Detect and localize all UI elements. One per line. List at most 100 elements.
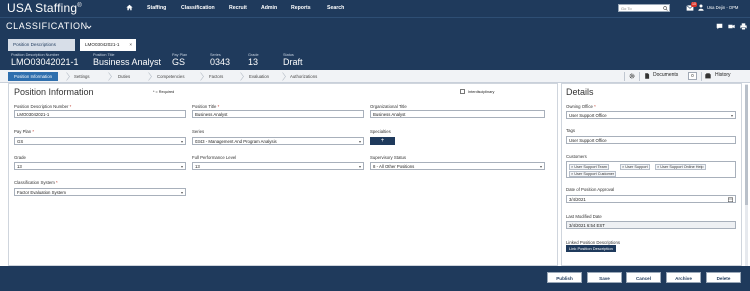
customer-chip[interactable]: × User Support: [620, 164, 650, 170]
user-name[interactable]: Usa Dejin - OPM: [707, 5, 738, 10]
tab-position-descriptions[interactable]: Position Descriptions: [8, 39, 75, 51]
publish-button[interactable]: Publish: [547, 272, 582, 283]
select-value: 0343 - Management And Program Analysis: [195, 139, 277, 144]
link-position-description-button[interactable]: Link Position Description: [566, 245, 616, 252]
record-field-value: 13: [248, 57, 259, 67]
goto-input[interactable]: Go To: [618, 4, 670, 12]
pd-number-label: Position Description Number *: [14, 104, 71, 109]
classification-system-select[interactable]: Factor Evaluation System ▾: [14, 188, 186, 196]
tags-input[interactable]: User Support Office: [566, 136, 736, 144]
position-title-input[interactable]: Business Analyst: [192, 110, 364, 118]
divider: [624, 72, 625, 81]
gear-icon[interactable]: [629, 73, 635, 79]
delete-button[interactable]: Delete: [706, 272, 741, 283]
owning-office-select[interactable]: User Support Office ▾: [566, 111, 736, 119]
pay-plan-label: Pay Plan *: [14, 129, 34, 134]
save-button[interactable]: Save: [587, 272, 622, 283]
last-modified-label: Last Modified Date: [566, 214, 602, 219]
customer-chip[interactable]: × User Support Customer: [569, 171, 617, 177]
user-icon[interactable]: [698, 4, 704, 11]
section-title: Position Information: [14, 87, 94, 97]
step-competencies[interactable]: Competencies: [157, 72, 184, 81]
grade-label: Grade: [14, 155, 26, 160]
add-specialty-button[interactable]: +: [370, 137, 395, 145]
home-icon[interactable]: [126, 4, 133, 11]
step-evaluation[interactable]: Evaluation: [249, 72, 269, 81]
select-value: GS: [17, 139, 24, 144]
approval-date-label: Date of Position Approval: [566, 187, 614, 192]
app-logo[interactable]: USA Staffing®: [7, 1, 82, 15]
tab-label: Position Descriptions: [13, 42, 56, 47]
supervisory-select[interactable]: 8 - All Other Positions ▾: [370, 162, 545, 170]
chip-label: User Support Customer: [574, 172, 615, 176]
print-icon[interactable]: [740, 23, 747, 30]
history-label[interactable]: History: [715, 72, 731, 81]
step-authorizations[interactable]: Authorizations: [290, 72, 317, 81]
documents-count: 0: [688, 72, 697, 80]
customer-chip[interactable]: × User Support Team: [569, 164, 609, 170]
interdisciplinary-checkbox[interactable]: [460, 89, 465, 94]
field-label-text: Position Title: [192, 104, 217, 109]
field-label-text: Owning Office: [566, 104, 593, 109]
record-field-pay-plan: Pay Plan GS: [172, 53, 187, 67]
nav-item-search[interactable]: Search: [327, 5, 344, 11]
step-position-information[interactable]: Position Information: [8, 72, 58, 81]
field-label-text: Pay Plan: [14, 129, 32, 134]
calendar-icon[interactable]: [728, 197, 733, 202]
logo-text: USA Staffing: [7, 1, 78, 15]
step-factors[interactable]: Factors: [209, 72, 223, 81]
documents-label[interactable]: Documents: [653, 72, 678, 81]
logo-mark: ®: [77, 3, 82, 9]
step-settings[interactable]: Settings: [74, 72, 90, 81]
document-icon[interactable]: [644, 73, 650, 79]
nav-item-classification[interactable]: Classification: [181, 5, 215, 11]
select-value: 13: [17, 164, 22, 169]
close-icon[interactable]: ×: [129, 42, 132, 47]
record-field-pd-number: Position Description Number LMO03042021-…: [11, 53, 79, 67]
record-field-value: Business Analyst: [93, 57, 162, 67]
field-label-text: Tags: [566, 128, 576, 133]
input-value: 3/4/2021: [569, 197, 586, 202]
record-field-value: 0343: [210, 57, 231, 67]
field-label-text: Supervisory Status: [370, 155, 407, 160]
search-icon[interactable]: [663, 6, 668, 11]
nav-item-staffing[interactable]: Staffing: [147, 5, 166, 11]
customers-input[interactable]: × User Support Team × User Support × Use…: [566, 161, 736, 178]
video-icon[interactable]: [728, 23, 735, 30]
full-performance-select[interactable]: 13 ▾: [192, 162, 364, 170]
record-field-value: GS: [172, 57, 186, 67]
cancel-button[interactable]: Cancel: [626, 272, 661, 283]
field-label-text: Date of Position Approval: [566, 187, 615, 192]
divider: [639, 72, 640, 81]
chat-icon[interactable]: [716, 23, 723, 30]
required-star: *: [56, 180, 58, 185]
archive-button[interactable]: Archive: [666, 272, 701, 283]
tab-current-record[interactable]: LMO03042021-1 ×: [80, 39, 136, 51]
history-icon[interactable]: [705, 73, 711, 79]
required-note: * = Required: [153, 90, 175, 94]
pd-number-input[interactable]: LMO03042021-1: [14, 110, 186, 118]
chevron-right-icon: [200, 72, 204, 81]
series-select[interactable]: 0343 - Management And Program Analysis ▾: [192, 137, 364, 145]
approval-date-input[interactable]: 3/4/2021: [566, 195, 736, 203]
customer-chip[interactable]: × User Support Online Help: [655, 164, 706, 170]
required-star: *: [32, 129, 35, 134]
caret-down-icon: ▾: [358, 139, 361, 144]
module-title[interactable]: CLASSIFICATION: [6, 21, 88, 31]
grade-select[interactable]: 13 ▾: [14, 162, 186, 170]
select-value: User Support Office: [569, 113, 607, 118]
select-value: Factor Evaluation System: [17, 190, 66, 195]
nav-item-recruit[interactable]: Recruit: [229, 5, 247, 11]
scrollbar-thumb[interactable]: [745, 85, 748, 205]
org-title-input[interactable]: Business Analyst: [370, 110, 545, 118]
full-performance-label: Full Performance Level: [192, 155, 236, 160]
step-duties[interactable]: Duties: [118, 72, 130, 81]
record-field-status: Status Draft: [283, 53, 303, 67]
chevron-down-icon[interactable]: [86, 24, 92, 30]
nav-item-admin[interactable]: Admin: [261, 5, 277, 11]
nav-item-reports[interactable]: Reports: [291, 5, 311, 11]
select-value: 8 - All Other Positions: [373, 164, 415, 169]
pay-plan-select[interactable]: GS ▾: [14, 137, 186, 145]
required-star: *: [217, 104, 220, 109]
input-value: LMO03042021-1: [17, 112, 50, 117]
